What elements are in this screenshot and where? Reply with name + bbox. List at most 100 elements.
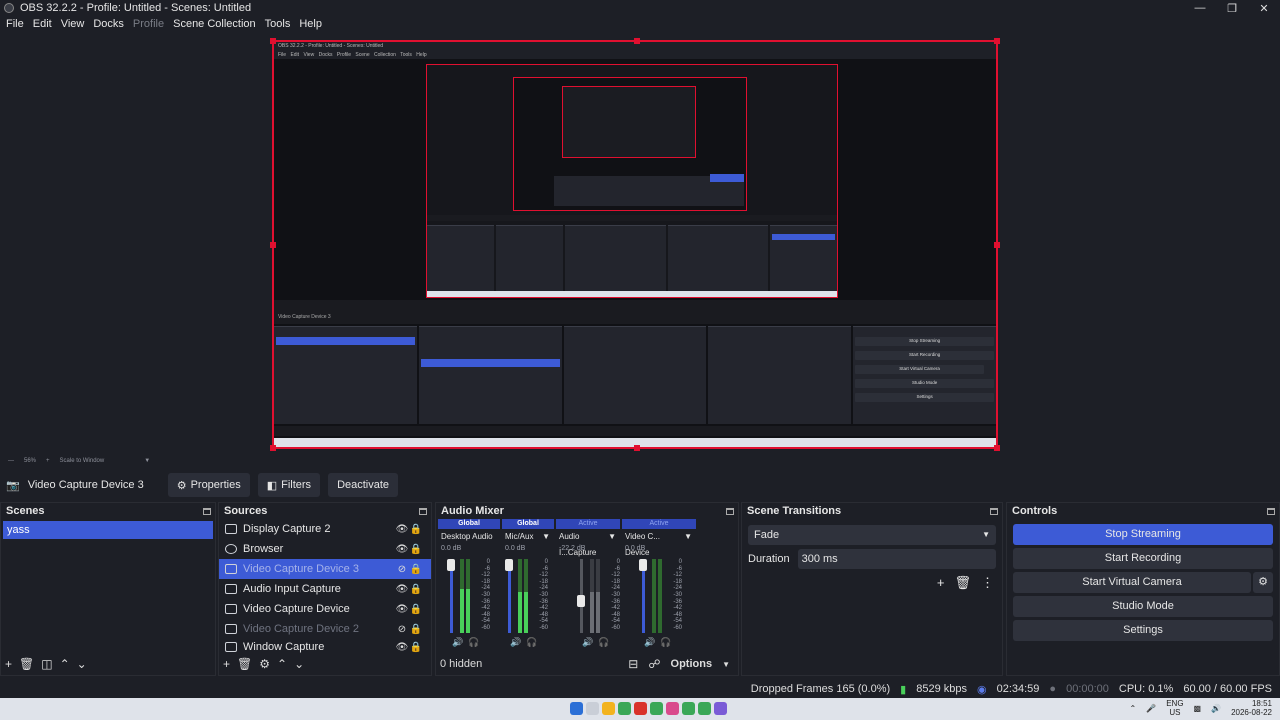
source-item-selected[interactable]: Video Capture Device 3 ⊘ 🔒 [219, 559, 431, 579]
eye-icon[interactable]: 👁 [395, 584, 409, 595]
start-icon[interactable] [570, 702, 583, 715]
arrow-down-icon[interactable]: ⌄ [77, 657, 87, 671]
menu-scene-collection[interactable]: Scene Collection [173, 18, 256, 30]
transition-select[interactable]: Fade ▼ [748, 525, 996, 545]
chrome-icon[interactable] [650, 702, 663, 715]
headphones-icon[interactable]: 🎧 [598, 637, 609, 648]
chevron-down-icon[interactable]: ▼ [684, 529, 692, 545]
resize-handle[interactable] [270, 38, 276, 44]
lock-icon[interactable]: 🔒 [409, 544, 423, 555]
lock-icon[interactable]: 🔒 [409, 584, 423, 595]
source-item[interactable]: Audio Input Capture 👁 🔒 [219, 579, 431, 599]
source-item[interactable]: Video Capture Device 2 ⊘ 🔒 [219, 619, 431, 639]
arrow-down-icon[interactable]: ⌄ [294, 657, 304, 671]
minimize-icon[interactable]: — [1184, 0, 1216, 16]
fader-knob[interactable] [577, 595, 585, 607]
add-icon[interactable]: + [5, 657, 12, 671]
resize-handle[interactable] [994, 38, 1000, 44]
source-item[interactable]: Browser 👁 🔒 [219, 539, 431, 559]
menu-profile[interactable]: Profile [133, 18, 164, 30]
menu-edit[interactable]: Edit [33, 18, 52, 30]
search-icon[interactable] [586, 702, 599, 715]
gear-icon[interactable]: ⚙ [259, 657, 270, 671]
scene-item-yass[interactable]: yass [3, 521, 213, 539]
trash-icon[interactable]: 🗑 [954, 575, 971, 591]
lock-icon[interactable]: 🔒 [409, 624, 423, 635]
link-icon[interactable]: ☍ [648, 657, 660, 671]
undock-icon[interactable] [990, 507, 998, 515]
resize-handle[interactable] [634, 445, 640, 451]
menu-help[interactable]: Help [299, 18, 322, 30]
app-icon[interactable] [714, 702, 727, 715]
resize-handle[interactable] [270, 445, 276, 451]
duration-input[interactable]: 300 ms [797, 549, 996, 569]
close-icon[interactable]: ✕ [1248, 0, 1280, 16]
resize-handle[interactable] [270, 242, 276, 248]
options-button[interactable]: Options [671, 658, 713, 670]
chrome-icon[interactable] [682, 702, 695, 715]
headphones-icon[interactable]: 🎧 [660, 637, 671, 648]
volume-icon[interactable]: 🔊 [1211, 704, 1221, 713]
chrome-icon[interactable] [618, 702, 631, 715]
lock-icon[interactable]: 🔒 [409, 564, 423, 575]
chevron-down-icon[interactable]: ▼ [722, 660, 730, 669]
app-icon[interactable] [666, 702, 679, 715]
eye-icon[interactable]: 👁 [395, 524, 409, 535]
speaker-icon[interactable]: 🔊 [452, 637, 463, 648]
lock-icon[interactable]: 🔒 [409, 604, 423, 615]
zoom-in-icon[interactable]: + [46, 458, 50, 464]
display-icon[interactable]: ▩ [1194, 704, 1202, 713]
maximize-icon[interactable]: ❐ [1216, 0, 1248, 16]
source-item[interactable]: Video Capture Device 👁 🔒 [219, 599, 431, 619]
eye-off-icon[interactable]: ⊘ [395, 624, 409, 635]
menu-docks[interactable]: Docks [93, 18, 124, 30]
obs-taskbar-icon[interactable] [634, 702, 647, 715]
properties-button[interactable]: ⚙ Properties [167, 473, 250, 497]
eye-off-icon[interactable]: ⊘ [395, 564, 409, 575]
source-item[interactable]: Display Capture 2 👁 🔒 [219, 519, 431, 539]
undock-icon[interactable] [726, 507, 734, 515]
scale-mode-select[interactable]: Scale to Window [60, 458, 105, 464]
arrow-up-icon[interactable]: ⌃ [277, 657, 287, 671]
chevron-up-icon[interactable]: ⌃ [1130, 704, 1137, 713]
eye-icon[interactable]: 👁 [395, 642, 409, 653]
preview-canvas[interactable]: OBS 32.2.2 - Profile: Untitled - Scenes:… [270, 38, 1000, 451]
more-icon[interactable]: ⋮ [981, 575, 994, 591]
fader-knob[interactable] [639, 559, 647, 571]
trash-icon[interactable]: 🗑 [237, 657, 252, 671]
start-recording-button[interactable]: Start Recording [1013, 548, 1273, 569]
eye-icon[interactable]: 👁 [395, 544, 409, 555]
lock-icon[interactable]: 🔒 [409, 642, 423, 653]
lock-icon[interactable]: 🔒 [409, 524, 423, 535]
add-icon[interactable]: + [223, 657, 230, 671]
fader-knob[interactable] [505, 559, 513, 571]
settings-button[interactable]: Settings [1013, 620, 1273, 641]
chevron-down-icon[interactable]: ▼ [542, 529, 550, 545]
trash-icon[interactable]: 🗑 [19, 657, 34, 671]
layout-icon[interactable]: ⊟ [628, 657, 638, 671]
deactivate-button[interactable]: Deactivate [328, 473, 399, 497]
add-icon[interactable]: + [937, 575, 945, 591]
mute-icon[interactable]: 🔊 [582, 637, 593, 648]
eye-icon[interactable]: 👁 [395, 604, 409, 615]
studio-mode-button[interactable]: Studio Mode [1013, 596, 1273, 617]
chevron-down-icon[interactable]: ▼ [144, 458, 150, 464]
chrome-icon[interactable] [698, 702, 711, 715]
zoom-out-icon[interactable]: — [8, 458, 14, 464]
start-virtual-camera-button[interactable]: Start Virtual Camera [1013, 572, 1251, 593]
undock-icon[interactable] [1267, 507, 1275, 515]
undock-icon[interactable] [419, 507, 427, 515]
folder-icon[interactable] [602, 702, 615, 715]
virtual-camera-settings-button[interactable]: ⚙ [1253, 572, 1273, 593]
microphone-icon[interactable]: 🎤 [1146, 704, 1156, 713]
resize-handle[interactable] [634, 38, 640, 44]
arrow-up-icon[interactable]: ⌃ [60, 657, 70, 671]
stop-streaming-button[interactable]: Stop Streaming [1013, 524, 1273, 545]
headphones-icon[interactable]: 🎧 [526, 637, 537, 648]
undock-icon[interactable] [203, 507, 211, 515]
menu-view[interactable]: View [61, 18, 85, 30]
clock[interactable]: 18:51 2026-08-22 [1231, 699, 1272, 717]
fader-knob[interactable] [447, 559, 455, 571]
filters-button[interactable]: ◧ Filters [257, 473, 321, 497]
filter-icon[interactable]: ◫ [41, 657, 52, 671]
